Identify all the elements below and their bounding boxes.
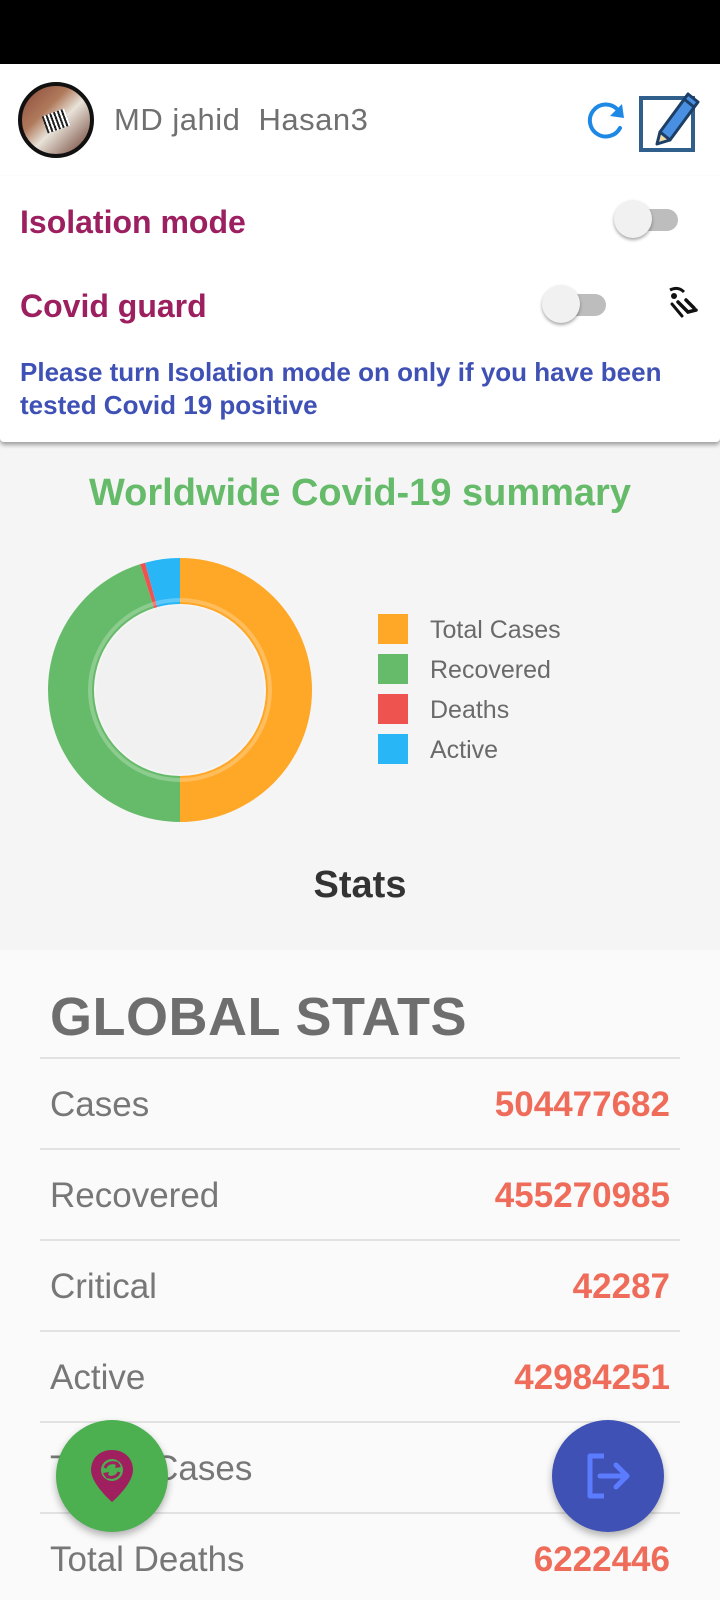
avatar[interactable] (18, 82, 94, 158)
legend-label: Recovered (430, 656, 551, 684)
covid-guard-switch[interactable] (542, 284, 608, 324)
refresh-icon (587, 102, 624, 139)
logout-icon (587, 1453, 630, 1499)
stat-row-critical: Critical 42287 (40, 1239, 680, 1330)
covid-guard-label: Covid guard (20, 288, 207, 324)
stat-value: 42984251 (514, 1358, 670, 1397)
summary-title: Worldwide Covid-19 summary (89, 472, 631, 514)
stat-value: 42287 (572, 1267, 670, 1306)
legend-swatch (378, 614, 408, 644)
stat-label: Recovered (50, 1176, 220, 1215)
stat-value: 6222446 (533, 1540, 670, 1579)
global-stats-title: GLOBAL STATS (50, 987, 467, 1047)
stat-label: Critical (50, 1267, 157, 1306)
location-fab[interactable] (56, 1420, 168, 1532)
donut-hole (96, 606, 264, 774)
legend-label: Total Cases (430, 616, 561, 644)
isolation-notice: Please turn Isolation mode on only if yo… (20, 357, 662, 420)
location-sync-icon (91, 1450, 133, 1502)
app-header: MD jahid Hasan3 (0, 64, 720, 176)
donut-ring-highlight (152, 601, 157, 607)
isolation-mode-switch[interactable] (614, 199, 680, 239)
stat-label: Cases (50, 1085, 150, 1124)
stat-row-cases: Cases 504477682 (40, 1057, 680, 1148)
edit-icon (639, 92, 700, 152)
legend-label: Deaths (430, 696, 510, 724)
stat-label: Total Deaths (50, 1540, 245, 1579)
stat-label: Active (50, 1358, 146, 1397)
settings-card: Isolation mode Covid guard Please turn I… (0, 176, 720, 442)
isolation-mode-label: Isolation mode (20, 204, 246, 240)
stat-row-recovered: Recovered 455270985 (40, 1148, 680, 1239)
signal-icon[interactable] (666, 286, 702, 322)
logout-fab[interactable] (552, 1420, 664, 1532)
legend-swatch (378, 734, 408, 764)
legend-label: Active (430, 736, 499, 764)
stat-value: 504477682 (494, 1085, 670, 1124)
legend-swatch (378, 694, 408, 724)
legend-swatch (378, 654, 408, 684)
stats-heading: Stats (313, 864, 407, 906)
user-name: MD jahid Hasan3 (114, 102, 369, 137)
edit-profile-button[interactable] (638, 88, 704, 154)
covid-donut-chart (47, 558, 312, 822)
status-bar (0, 0, 720, 64)
refresh-button[interactable] (580, 96, 630, 146)
stat-value: 455270985 (494, 1176, 670, 1215)
stat-row-active: Active 42984251 (40, 1330, 680, 1421)
